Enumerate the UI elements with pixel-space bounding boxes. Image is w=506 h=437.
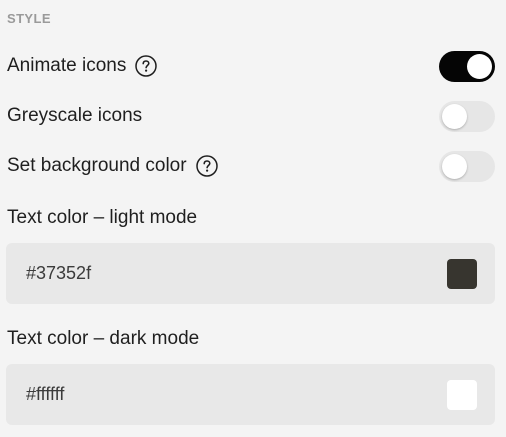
set-background-color-row: Set background color bbox=[7, 150, 495, 182]
greyscale-icons-row: Greyscale icons bbox=[7, 100, 495, 132]
question-circle-icon[interactable] bbox=[195, 155, 218, 177]
question-circle-icon[interactable] bbox=[135, 55, 158, 77]
greyscale-icons-toggle[interactable] bbox=[439, 100, 495, 132]
toggle-knob bbox=[467, 53, 492, 79]
animate-icons-label: Animate icons bbox=[7, 55, 127, 76]
toggle-knob bbox=[442, 153, 467, 179]
style-settings-panel: STYLE Animate icons Greyscale icons Set … bbox=[0, 0, 506, 437]
text-color-light-label: Text color – light mode bbox=[7, 207, 198, 228]
animate-icons-toggle[interactable] bbox=[439, 50, 495, 82]
section-title: STYLE bbox=[7, 11, 51, 26]
text-color-dark-label: Text color – dark mode bbox=[7, 328, 200, 349]
text-color-light-swatch[interactable] bbox=[447, 258, 477, 289]
toggle-knob bbox=[442, 103, 467, 129]
set-background-color-toggle[interactable] bbox=[439, 150, 495, 182]
set-background-color-label: Set background color bbox=[7, 155, 187, 176]
text-color-dark-field bbox=[6, 364, 495, 425]
text-color-dark-input[interactable] bbox=[26, 384, 326, 405]
greyscale-icons-label: Greyscale icons bbox=[7, 105, 143, 126]
text-color-dark-swatch[interactable] bbox=[447, 379, 477, 410]
text-color-light-field bbox=[6, 243, 495, 304]
animate-icons-row: Animate icons bbox=[7, 50, 495, 82]
text-color-light-input[interactable] bbox=[26, 263, 326, 284]
